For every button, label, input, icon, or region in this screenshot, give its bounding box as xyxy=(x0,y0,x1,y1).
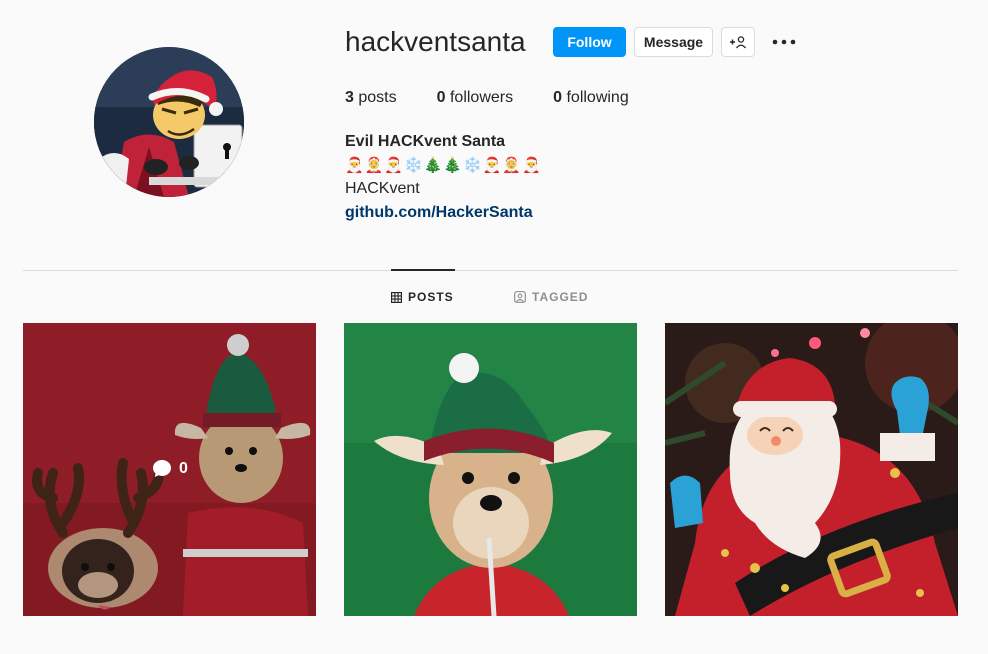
comment-count: 0 xyxy=(179,459,188,477)
profile-full-name: Evil HACKvent Santa xyxy=(345,133,506,150)
profile-stats: 3 posts 0 followers 0 following xyxy=(345,88,669,108)
tab-posts[interactable]: POSTS xyxy=(391,289,454,305)
tag-user-icon xyxy=(514,291,526,303)
bio-emoji-line: 🎅🤶🎅❄️🎄🎄❄️🎅🤶🎅 xyxy=(345,156,542,174)
post-tile[interactable] xyxy=(665,323,958,616)
grid-icon xyxy=(391,291,402,303)
post-tile[interactable]: 0 xyxy=(23,323,316,616)
more-dots-icon xyxy=(772,39,796,45)
post-tile[interactable] xyxy=(344,323,637,616)
following-stat[interactable]: 0 following xyxy=(553,88,629,108)
posts-stat: 3 posts xyxy=(345,88,397,108)
bio-text: HACKvent xyxy=(345,180,420,197)
posts-stat-label: posts xyxy=(358,89,397,106)
bio-website-link[interactable]: github.com/HackerSanta xyxy=(345,203,533,223)
suggest-user-button[interactable] xyxy=(721,27,755,57)
evil-santa-avatar-image xyxy=(94,47,244,197)
post-image-santa-ornament xyxy=(665,323,958,616)
active-tab-indicator xyxy=(391,269,455,271)
comment-count-badge: 0 xyxy=(152,459,188,478)
profile-page: hackventsanta Follow Message 3 posts 0 f… xyxy=(0,0,988,654)
profile-divider xyxy=(23,270,958,271)
more-options-button[interactable] xyxy=(768,30,800,54)
message-button[interactable]: Message xyxy=(634,27,713,57)
followers-stat[interactable]: 0 followers xyxy=(437,88,514,108)
profile-username: hackventsanta xyxy=(345,26,526,57)
post-image-dog-elf-hat xyxy=(344,323,637,616)
tab-tagged-label: TAGGED xyxy=(532,290,589,304)
profile-avatar[interactable] xyxy=(94,47,244,197)
post-hover-overlay: 0 xyxy=(23,323,316,616)
followers-count: 0 xyxy=(436,89,446,106)
followers-stat-label: followers xyxy=(449,89,514,106)
follow-button[interactable]: Follow xyxy=(553,27,626,57)
comment-bubble-icon xyxy=(153,460,171,477)
tab-tagged[interactable]: TAGGED xyxy=(514,289,588,305)
tab-posts-label: POSTS xyxy=(408,290,454,304)
following-count: 0 xyxy=(553,89,563,106)
following-stat-label: following xyxy=(566,89,629,106)
posts-count: 3 xyxy=(345,89,354,106)
add-user-icon xyxy=(730,36,747,49)
